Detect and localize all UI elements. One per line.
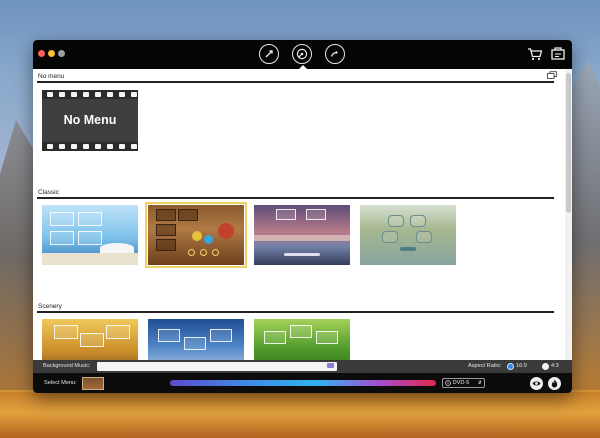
background-music-label: Background Music: — [43, 363, 91, 369]
minimize-window-button[interactable] — [48, 50, 55, 57]
register-icon[interactable] — [550, 46, 566, 62]
flame-icon — [551, 379, 558, 388]
template-classic-1[interactable] — [42, 205, 138, 265]
vertical-scrollbar[interactable] — [565, 69, 572, 360]
film-strip-top — [42, 90, 138, 99]
template-classic-4[interactable] — [360, 205, 456, 265]
section-divider — [37, 81, 554, 83]
template-classic-3[interactable] — [254, 205, 350, 265]
aspect-ratio-16-9-label: 16:9 — [516, 363, 527, 369]
app-window: No menu No Menu Classic Scenery Backgrou… — [33, 40, 572, 393]
title-bar — [33, 40, 572, 69]
disc-type-select[interactable]: DVD-5 ⇵ — [442, 378, 485, 388]
scrollbar-thumb[interactable] — [566, 73, 571, 213]
section-title-classic: Classic — [38, 189, 59, 196]
select-menu-label: Select Menu: — [44, 380, 77, 386]
tab-share[interactable] — [325, 44, 345, 64]
stepper-icon: ⇵ — [477, 380, 482, 386]
settings-bar: Background Music: Aspect Ratio: 16:9 4:3 — [33, 360, 572, 373]
section-divider — [37, 197, 554, 199]
aspect-ratio-label: Aspect Ratio: — [468, 363, 502, 369]
disc-icon — [445, 379, 451, 386]
preview-button[interactable] — [530, 377, 543, 390]
desktop-mountain-right — [570, 60, 600, 390]
selected-menu-thumbnail — [82, 377, 104, 390]
menu-template-list: No menu No Menu Classic Scenery — [33, 69, 565, 360]
disc-capacity-bar — [170, 380, 436, 386]
template-classic-2[interactable] — [145, 202, 247, 268]
tab-disc[interactable] — [292, 44, 312, 64]
collapse-icon[interactable] — [547, 71, 557, 79]
section-divider — [37, 311, 554, 313]
template-no-menu[interactable]: No Menu — [42, 90, 138, 151]
film-strip-bottom — [42, 142, 138, 151]
section-title-no-menu: No menu — [38, 73, 65, 80]
section-title-scenery: Scenery — [38, 303, 62, 310]
sync-icon — [265, 50, 273, 58]
background-music-field[interactable] — [97, 362, 337, 371]
aspect-ratio-4-3-label: 4:3 — [551, 363, 559, 369]
aspect-ratio-16-9-radio[interactable] — [507, 363, 514, 370]
share-icon — [330, 50, 338, 57]
folder-icon[interactable] — [327, 363, 334, 368]
zoom-window-button[interactable] — [58, 50, 65, 57]
disc-type-value: DVD-5 — [452, 380, 470, 386]
template-scenery-1[interactable] — [42, 319, 138, 360]
aspect-ratio-4-3-radio[interactable] — [542, 363, 549, 370]
no-menu-label: No Menu — [63, 113, 117, 127]
cart-icon[interactable] — [527, 46, 543, 62]
close-window-button[interactable] — [38, 50, 45, 57]
burn-button[interactable] — [548, 377, 561, 390]
tab-sync[interactable] — [259, 44, 279, 64]
template-scenery-3[interactable] — [254, 319, 350, 360]
disc-icon — [296, 48, 308, 60]
template-scenery-2[interactable] — [148, 319, 244, 360]
burn-bar: Select Menu: DVD-5 ⇵ — [33, 373, 572, 393]
eye-icon — [532, 381, 541, 386]
desktop-foliage — [0, 392, 600, 438]
